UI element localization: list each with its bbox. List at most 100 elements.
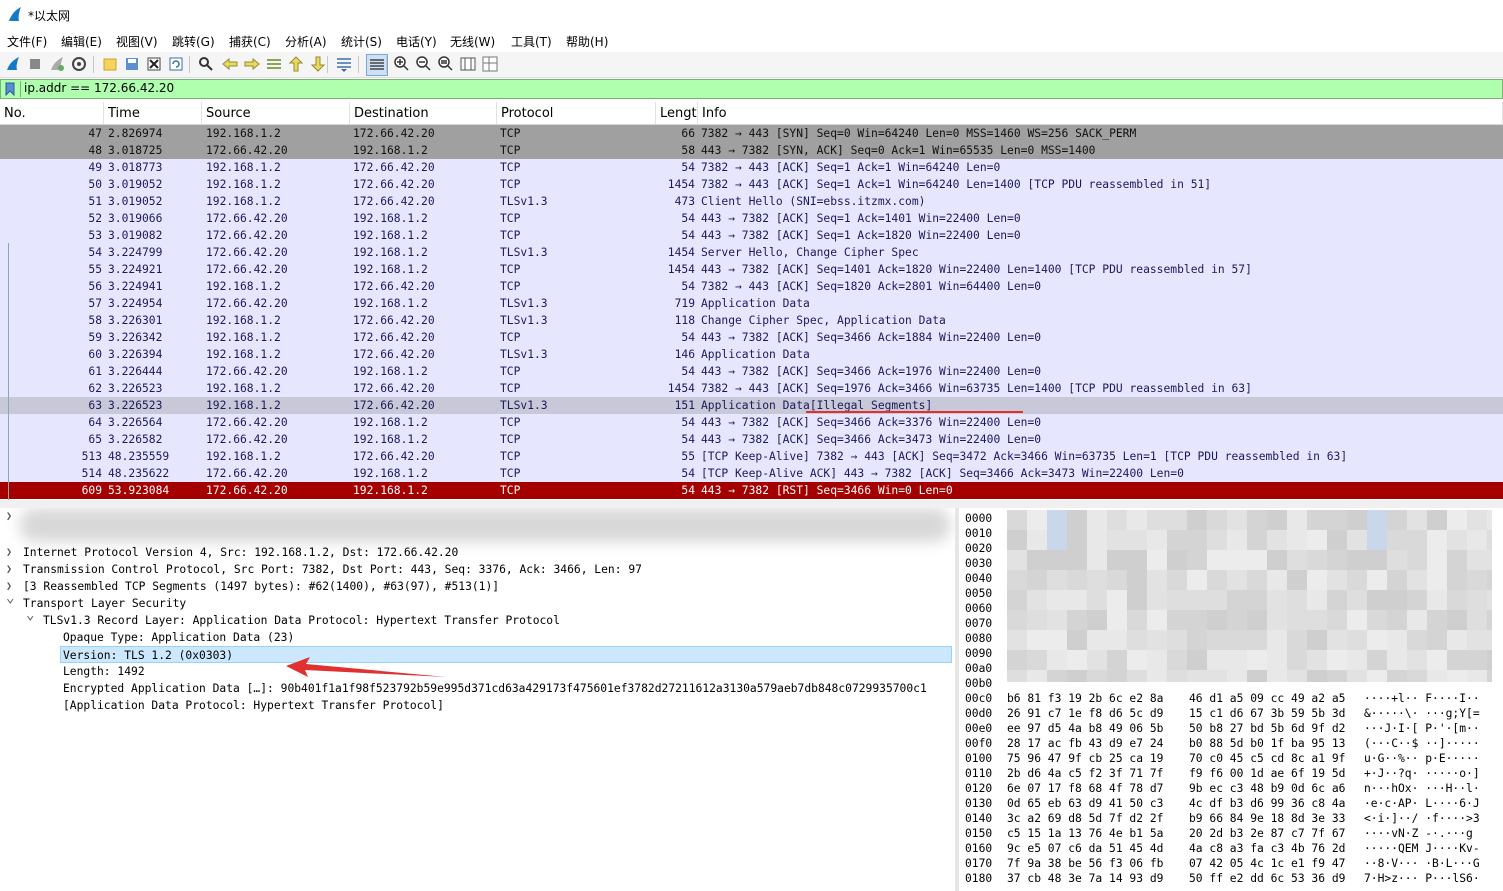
packet-row[interactable]: 61 3.226444 172.66.42.20 192.168.1.2 TCP 54 44… [0, 363, 1503, 380]
packet-row[interactable]: 62 3.226523 192.168.1.2 172.66.42.20 TCP 1454… [0, 380, 1503, 397]
detail-row[interactable]: ⌄ TLSv1.3 Record Layer: Application Data … [0, 607, 955, 629]
column-header-col-time[interactable]: Time [104, 102, 202, 124]
menu-item-0[interactable]: 文件(F) [7, 33, 47, 50]
packet-row[interactable]: 59 3.226342 192.168.1.2 172.66.42.20 TCP 54 44… [0, 329, 1503, 346]
layout-button[interactable] [481, 55, 499, 73]
menu-item-5[interactable]: 分析(A) [285, 33, 327, 50]
hex-row[interactable]: 00d0 26 91 c7 1e f8 d6 5c d9 15 c1 d6 67 3… [959, 706, 1503, 721]
packet-row[interactable]: 50 3.019052 192.168.1.2 172.66.42.20 TCP 1454… [0, 176, 1503, 193]
capture-options-button[interactable] [70, 55, 88, 73]
menu-item-9[interactable]: 工具(T) [511, 33, 552, 50]
detail-row[interactable]: ❯ Internet Protocol Version 4, Src: 192.1… [0, 544, 955, 561]
colorize-button[interactable] [366, 54, 388, 76]
close-file-button[interactable] [145, 55, 163, 73]
hex-row[interactable]: 0000 [959, 511, 1503, 526]
packet-row[interactable]: 52 3.019066 172.66.42.20 192.168.1.2 TCP 54 44… [0, 210, 1503, 227]
open-file-button[interactable] [101, 55, 119, 73]
packet-row[interactable]: 56 3.224941 192.168.1.2 172.66.42.20 TCP 54 73… [0, 278, 1503, 295]
expanded-arrow-icon[interactable]: ⌄ [26, 607, 34, 624]
hex-row[interactable]: 0040 [959, 571, 1503, 586]
hex-row[interactable]: 0070 [959, 616, 1503, 631]
packet-row[interactable]: 49 3.018773 192.168.1.2 172.66.42.20 TCP 54 73… [0, 159, 1503, 176]
hex-row[interactable]: 00f0 28 17 ac fb 43 d9 e7 24 b0 88 5d b0 1… [959, 736, 1503, 751]
hex-row[interactable]: 0150 c5 15 1a 13 76 4e b1 5a 20 2d b3 2e 8… [959, 826, 1503, 841]
go-last-button[interactable] [309, 55, 327, 73]
pane-splitter[interactable] [0, 500, 1503, 508]
menu-item-2[interactable]: 视图(V) [116, 33, 158, 50]
packet-row[interactable]: 609 53.923084 172.66.42.20 192.168.1.2 TCP 54… [0, 482, 1503, 499]
hex-row[interactable]: 0170 7f 9a 38 be 56 f3 06 fb 07 42 05 4c 1… [959, 856, 1503, 871]
packet-row[interactable]: 514 48.235622 172.66.42.20 192.168.1.2 TCP 54… [0, 465, 1503, 482]
collapsed-arrow-icon[interactable]: ❯ [6, 561, 12, 578]
packet-row[interactable]: 47 2.826974 192.168.1.2 172.66.42.20 TCP 66 73… [0, 125, 1503, 142]
packet-row[interactable]: 58 3.226301 192.168.1.2 172.66.42.20 TLSv1.3… [0, 312, 1503, 329]
packet-row[interactable]: 65 3.226582 172.66.42.20 192.168.1.2 TCP 54 44… [0, 431, 1503, 448]
go-back-button[interactable] [221, 55, 239, 73]
hex-row[interactable]: 0090 [959, 646, 1503, 661]
hex-row[interactable]: 0100 75 96 47 9f cb 25 ca 19 70 c0 45 c5 c… [959, 751, 1503, 766]
zoom-normal-button[interactable] [437, 55, 455, 73]
column-header-col-no[interactable]: No. [0, 102, 104, 124]
hex-row[interactable]: 0030 [959, 556, 1503, 571]
column-header-col-destination[interactable]: Destination [350, 102, 497, 124]
reload-file-button[interactable] [167, 55, 185, 73]
packet-row[interactable]: 57 3.224954 172.66.42.20 192.168.1.2 TLSv1.3… [0, 295, 1503, 312]
detail-row[interactable]: Version: TLS 1.2 (0x0303) [60, 646, 952, 663]
shark-fin-start-button[interactable] [4, 55, 22, 73]
display-filter-bar[interactable]: ip.addr == 172.66.42.20 [0, 79, 1503, 99]
detail-row[interactable]: ❯ [3 Reassembled TCP Segments (1497 bytes… [0, 578, 955, 595]
hex-row[interactable]: 00b0 [959, 676, 1503, 691]
packet-row[interactable]: 55 3.224921 172.66.42.20 192.168.1.2 TCP 1454… [0, 261, 1503, 278]
hex-row[interactable]: 0010 [959, 526, 1503, 541]
menu-item-3[interactable]: 跳转(G) [172, 33, 215, 50]
collapsed-arrow-icon[interactable]: ❯ [6, 544, 12, 561]
hex-row[interactable]: 0020 [959, 541, 1503, 556]
menu-item-8[interactable]: 无线(W) [450, 33, 495, 50]
packet-row[interactable]: 63 3.226523 192.168.1.2 172.66.42.20 TLSv1.3… [0, 397, 1503, 414]
menu-item-6[interactable]: 统计(S) [341, 33, 382, 50]
go-first-button[interactable] [287, 55, 305, 73]
column-header-col-length[interactable]: Lengt [656, 102, 698, 124]
find-packet-button[interactable] [197, 55, 215, 73]
hex-row[interactable]: 0080 [959, 631, 1503, 646]
menu-item-7[interactable]: 电话(Y) [396, 33, 437, 50]
save-file-button[interactable] [123, 55, 141, 73]
detail-row[interactable]: [Application Data Protocol: Hypertext Tr… [0, 697, 955, 714]
filter-input[interactable]: ip.addr == 172.66.42.20 [24, 81, 174, 95]
hex-row[interactable]: 00a0 [959, 661, 1503, 676]
bookmark-icon[interactable] [5, 82, 15, 96]
packet-row[interactable]: 513 48.235559 192.168.1.2 172.66.42.20 TCP 55… [0, 448, 1503, 465]
hex-row[interactable]: 0120 6e 07 17 f8 68 4f 78 d7 9b ec c3 48 b… [959, 781, 1503, 796]
detail-row[interactable]: ⌄ Transport Layer Security [0, 590, 955, 612]
detail-row[interactable]: Encrypted Application Data […]: 90b401f1… [0, 680, 955, 697]
hex-row[interactable]: 00e0 ee 97 d5 4a b8 49 06 5b 50 b8 27 bd 5… [959, 721, 1503, 736]
column-header-col-protocol[interactable]: Protocol [497, 102, 656, 124]
collapsed-arrow-icon[interactable]: ❯ [6, 508, 12, 525]
go-forward-button[interactable] [243, 55, 261, 73]
packet-row[interactable]: 48 3.018725 172.66.42.20 192.168.1.2 TCP 58 44… [0, 142, 1503, 159]
zoom-in-button[interactable] [393, 55, 411, 73]
restart-capture-button[interactable] [48, 55, 66, 73]
packet-row[interactable]: 53 3.019082 172.66.42.20 192.168.1.2 TCP 54 44… [0, 227, 1503, 244]
detail-row[interactable]: Opaque Type: Application Data (23) [0, 629, 955, 646]
auto-scroll-button[interactable] [335, 55, 353, 73]
menu-item-4[interactable]: 捕获(C) [229, 33, 271, 50]
hex-row[interactable]: 0110 2b d6 4a c5 f2 3f 71 7f f9 f6 00 1d a… [959, 766, 1503, 781]
zoom-out-button[interactable] [415, 55, 433, 73]
expanded-arrow-icon[interactable]: ⌄ [6, 590, 14, 607]
packet-row[interactable]: 51 3.019052 192.168.1.2 172.66.42.20 TLSv1.3… [0, 193, 1503, 210]
packet-row[interactable]: 64 3.226564 172.66.42.20 192.168.1.2 TCP 54 44… [0, 414, 1503, 431]
detail-row[interactable]: ❯ [0, 508, 955, 525]
hex-row[interactable]: 0160 9c e5 07 c6 da 51 45 4d 4a c8 a3 fa c… [959, 841, 1503, 856]
hex-row[interactable]: 0130 0d 65 eb 63 d9 41 50 c3 4c df b3 d6 9… [959, 796, 1503, 811]
hex-row[interactable]: 0050 [959, 586, 1503, 601]
resize-columns-button[interactable] [459, 55, 477, 73]
packet-row[interactable]: 54 3.224799 172.66.42.20 192.168.1.2 TLSv1.3… [0, 244, 1503, 261]
menu-item-1[interactable]: 编辑(E) [61, 33, 102, 50]
packet-row[interactable]: 60 3.226394 192.168.1.2 172.66.42.20 TLSv1.3… [0, 346, 1503, 363]
hex-row[interactable]: 0140 3c a2 69 d8 5d 7f d2 2f b9 66 84 9e 1… [959, 811, 1503, 826]
column-header-col-source[interactable]: Source [202, 102, 350, 124]
stop-capture-button[interactable] [26, 55, 44, 73]
column-header-col-info[interactable]: Info [698, 102, 1503, 124]
menu-item-10[interactable]: 帮助(H) [566, 33, 608, 50]
